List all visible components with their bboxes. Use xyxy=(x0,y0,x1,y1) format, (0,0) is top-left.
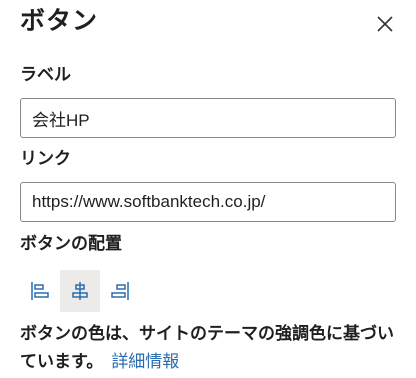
note-text: ボタンの色は、サイトのテーマの強調色に基づいています。 xyxy=(20,324,394,372)
link-input[interactable] xyxy=(20,182,396,222)
theme-color-note: ボタンの色は、サイトのテーマの強調色に基づいています。 詳細情報 xyxy=(20,320,400,376)
align-right-button[interactable] xyxy=(100,270,140,312)
align-right-icon xyxy=(111,282,129,300)
button-settings-panel: ボタン ラベル リンク ボタンの配置 xyxy=(0,0,416,378)
panel-title: ボタン xyxy=(20,6,99,35)
alignment-toggle-group xyxy=(20,270,140,312)
learn-more-link[interactable]: 詳細情報 xyxy=(111,352,179,372)
align-center-icon xyxy=(72,282,88,300)
label-field-label: ラベル xyxy=(20,65,71,85)
align-center-button[interactable] xyxy=(60,270,100,312)
close-icon xyxy=(377,16,393,32)
label-input[interactable] xyxy=(20,98,396,138)
placement-label: ボタンの配置 xyxy=(20,234,122,254)
close-button[interactable] xyxy=(373,12,397,36)
align-left-icon xyxy=(31,282,49,300)
link-field-label: リンク xyxy=(20,149,71,169)
align-left-button[interactable] xyxy=(20,270,60,312)
